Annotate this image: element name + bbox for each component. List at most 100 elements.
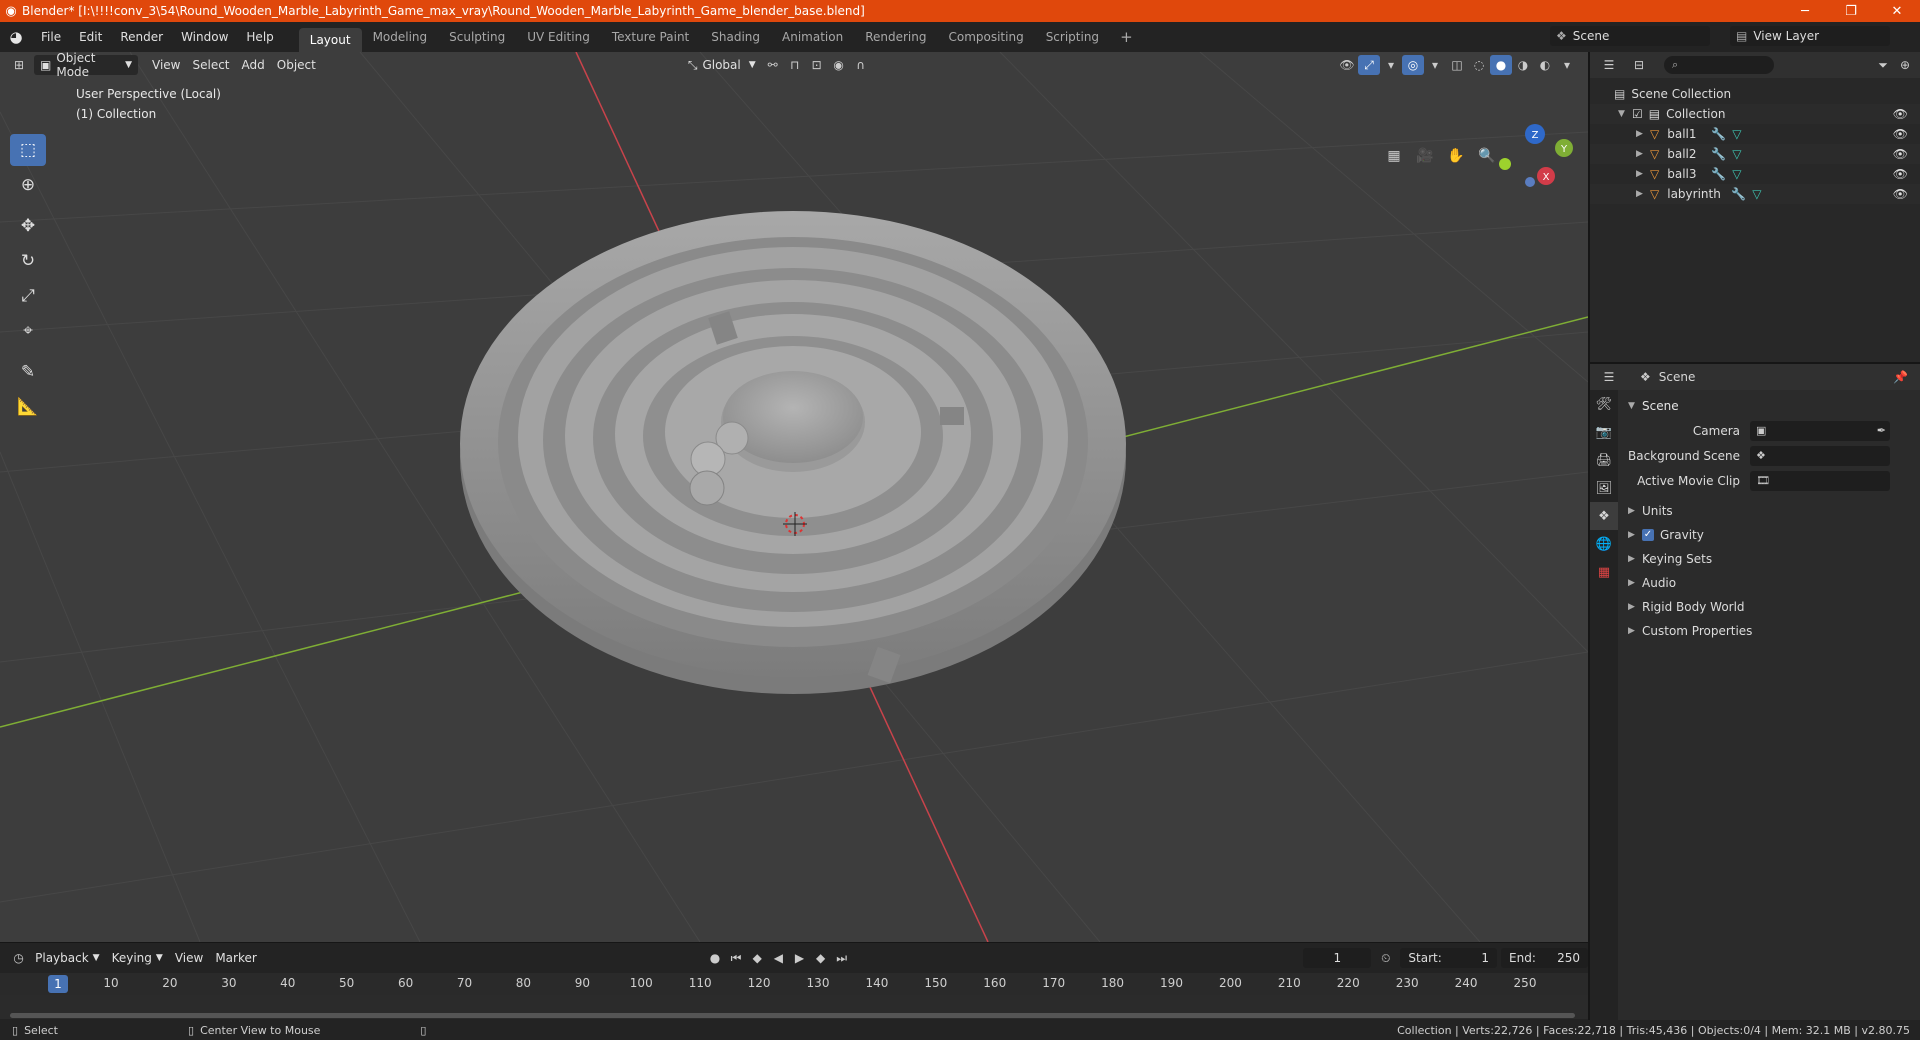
display-mode-icon[interactable]: ⊟: [1628, 55, 1650, 75]
eye-icon[interactable]: 👁: [1893, 187, 1908, 201]
new-collection-icon[interactable]: ⊕: [1894, 55, 1916, 75]
material-shading-icon[interactable]: ◑: [1512, 55, 1534, 75]
camera-field[interactable]: ▣ ✒: [1750, 420, 1890, 441]
outliner-row-collection[interactable]: ▼ ☑ ▤ Collection 👁: [1590, 104, 1920, 124]
xray-icon[interactable]: ◫: [1446, 55, 1468, 75]
clock-icon[interactable]: ⏲: [1375, 948, 1396, 968]
gravity-checkbox[interactable]: ✓: [1642, 529, 1654, 541]
eye-icon[interactable]: 👁: [1893, 167, 1908, 181]
output-tab-icon[interactable]: 🖨: [1590, 446, 1618, 474]
record-icon[interactable]: ●: [704, 948, 725, 968]
rendered-shading-icon[interactable]: ◐: [1534, 55, 1556, 75]
gizmo-options-icon[interactable]: ▾: [1380, 55, 1402, 75]
timeline-track[interactable]: [0, 995, 1588, 1019]
scene-tab-icon[interactable]: ❖: [1590, 502, 1618, 530]
mode-dropdown[interactable]: ▣ Object Mode ▼: [34, 52, 138, 79]
outliner-row-labyrinth[interactable]: ▶ ▽ labyrinth 🔧 ▽ 👁: [1590, 184, 1920, 204]
jump-start-icon[interactable]: ⏮: [726, 948, 747, 968]
move-icon[interactable]: ✥: [10, 210, 46, 242]
view-layer-selector[interactable]: ▤ View Layer: [1730, 26, 1890, 46]
outliner-row-scene-collection[interactable]: ▤ Scene Collection: [1590, 84, 1920, 104]
tab-compositing[interactable]: Compositing: [937, 22, 1034, 52]
world-tab-icon[interactable]: 🌐: [1590, 530, 1618, 558]
tab-modeling[interactable]: Modeling: [362, 22, 439, 52]
editor-type-icon[interactable]: ⊞: [8, 55, 30, 75]
rotate-icon[interactable]: ↻: [10, 245, 46, 277]
active-movie-clip-field[interactable]: 🎞: [1750, 470, 1890, 491]
menu-keying[interactable]: Keying ▼: [106, 948, 169, 968]
pan-hand-icon[interactable]: ✋: [1442, 142, 1470, 170]
timeline-ruler[interactable]: 1 10 20 30 40 50 60 70 80 90 100 110 120 130 140 150 160…: [0, 973, 1588, 995]
cursor-icon[interactable]: ⊕: [10, 169, 46, 201]
render-tab-icon[interactable]: 📷: [1590, 418, 1618, 446]
current-frame-marker[interactable]: 1: [48, 975, 68, 993]
tab-uv-editing[interactable]: UV Editing: [516, 22, 601, 52]
prev-keyframe-icon[interactable]: ◆: [747, 948, 768, 968]
orientation-dropdown[interactable]: ⤡ Global ▼: [682, 55, 762, 75]
current-frame-field[interactable]: 1: [1303, 948, 1372, 968]
eye-icon[interactable]: 👁: [1893, 107, 1908, 121]
overlay-toggle-icon[interactable]: ◎: [1402, 55, 1424, 75]
rigid-body-world-panel[interactable]: ▶ Rigid Body World: [1620, 595, 1920, 619]
transform-icon[interactable]: ⌖: [10, 315, 46, 347]
tab-shading[interactable]: Shading: [700, 22, 771, 52]
outliner-row-ball1[interactable]: ▶ ▽ ball1 🔧 ▽ 👁: [1590, 124, 1920, 144]
next-keyframe-icon[interactable]: ◆: [810, 948, 831, 968]
add-workspace-icon[interactable]: +: [1110, 28, 1143, 46]
menu-edit[interactable]: Edit: [70, 22, 111, 52]
tab-scripting[interactable]: Scripting: [1035, 22, 1110, 52]
units-panel[interactable]: ▶ Units: [1620, 499, 1920, 523]
pivot-icon[interactable]: ⚯: [762, 55, 784, 75]
shading-options-icon[interactable]: ▾: [1556, 55, 1578, 75]
outliner-search-input[interactable]: ⌕: [1664, 56, 1774, 74]
tab-texture-paint[interactable]: Texture Paint: [601, 22, 700, 52]
3d-viewport[interactable]: Z Y X ⊞ ▣ Object Mode ▼ View Select Add …: [0, 52, 1588, 942]
visibility-icon[interactable]: 👁: [1336, 55, 1358, 75]
custom-properties-panel[interactable]: ▶ Custom Properties: [1620, 619, 1920, 643]
menu-view[interactable]: View: [146, 55, 186, 75]
scale-icon[interactable]: ⤢: [10, 280, 46, 312]
menu-timeline-view[interactable]: View: [169, 948, 209, 968]
eye-icon[interactable]: 👁: [1893, 147, 1908, 161]
menu-add[interactable]: Add: [236, 55, 271, 75]
scene-selector[interactable]: ❖ Scene: [1550, 26, 1710, 46]
menu-object[interactable]: Object: [271, 55, 322, 75]
start-frame-field[interactable]: Start: 1: [1400, 948, 1498, 968]
background-scene-field[interactable]: ❖: [1750, 445, 1890, 466]
jump-end-icon[interactable]: ⏭: [831, 948, 852, 968]
menu-help[interactable]: Help: [237, 22, 282, 52]
menu-select[interactable]: Select: [186, 55, 235, 75]
pin-icon[interactable]: 📌: [1893, 370, 1908, 384]
gizmo-toggle-icon[interactable]: ⤢: [1358, 55, 1380, 75]
tab-rendering[interactable]: Rendering: [854, 22, 937, 52]
menu-playback[interactable]: Playback ▼: [29, 948, 105, 968]
menu-render[interactable]: Render: [111, 22, 172, 52]
grid-view-icon[interactable]: ▦: [1380, 142, 1408, 170]
checkbox-icon[interactable]: ☑: [1632, 107, 1643, 121]
wireframe-shading-icon[interactable]: ◌: [1468, 55, 1490, 75]
eye-icon[interactable]: 👁: [1893, 127, 1908, 141]
menu-marker[interactable]: Marker: [209, 948, 262, 968]
tab-layout[interactable]: Layout: [298, 28, 362, 52]
texture-tab-icon[interactable]: ▦: [1590, 558, 1618, 586]
measure-icon[interactable]: 📐: [10, 391, 46, 423]
play-icon[interactable]: ▶: [789, 948, 810, 968]
outliner-row-ball3[interactable]: ▶ ▽ ball3 🔧 ▽ 👁: [1590, 164, 1920, 184]
camera-view-icon[interactable]: 🎥: [1411, 142, 1439, 170]
select-box-icon[interactable]: ⬚: [10, 134, 46, 166]
gravity-panel[interactable]: ▶ ✓ Gravity: [1620, 523, 1920, 547]
filter-icon[interactable]: ⏷: [1872, 55, 1894, 75]
annotate-icon[interactable]: ✎: [10, 356, 46, 388]
zoom-icon[interactable]: 🔍: [1473, 142, 1501, 170]
overlay-options-icon[interactable]: ▾: [1424, 55, 1446, 75]
properties-editor-type-icon[interactable]: ☰: [1598, 367, 1620, 387]
menu-window[interactable]: Window: [172, 22, 237, 52]
maximize-button[interactable]: ❐: [1828, 0, 1874, 22]
snap-icon[interactable]: ⊓: [784, 55, 806, 75]
view-layer-tab-icon[interactable]: 🖼: [1590, 474, 1618, 502]
minimize-button[interactable]: ─: [1782, 0, 1828, 22]
tool-tab-icon[interactable]: 🛠: [1590, 390, 1618, 418]
proportional-edit-icon[interactable]: ◉: [828, 55, 850, 75]
close-button[interactable]: ✕: [1874, 0, 1920, 22]
end-frame-field[interactable]: End: 250: [1501, 948, 1589, 968]
